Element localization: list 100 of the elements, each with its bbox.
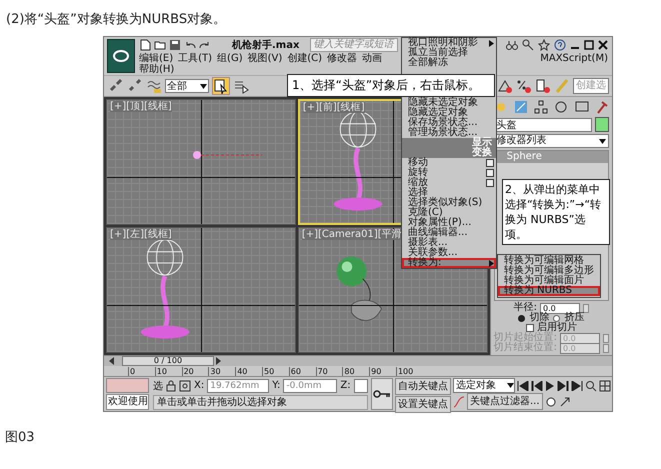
select-object-button[interactable] [212,77,230,95]
angle-snap-icon[interactable] [497,78,513,94]
viewport-label[interactable]: [+][前][线框] [302,102,365,113]
key-filters-button[interactable]: 关键点过滤器... [467,393,543,410]
x-coordinate-field[interactable]: 19.762mm [207,378,270,393]
undo-icon[interactable] [184,40,196,50]
selection-filter-dropdown[interactable]: 全部 [165,79,209,93]
menu-item[interactable]: 转换为: [402,258,496,268]
time-slider-thumb[interactable]: 0 / 100 [122,356,214,366]
caret-icon [200,84,207,88]
field-label: 切片结束位置: [494,343,557,353]
menu-item[interactable]: 视图(V) [248,53,282,64]
percent-snap-icon[interactable] [516,78,532,94]
app-logo[interactable] [107,39,135,73]
prompt-text: 单击或单击并拖动以选择对象 [153,394,368,410]
lock-icon[interactable] [166,380,176,392]
menu-item[interactable]: 转换为 NURBS [498,286,600,296]
motion-tab-icon[interactable] [554,100,568,114]
zoom-icon[interactable] [585,380,597,392]
curve-icon[interactable] [453,396,465,408]
checkbox[interactable] [526,324,534,332]
menu-item[interactable]: 动画 [362,53,382,64]
menu-item[interactable]: 修改器 [327,53,358,64]
viewport-label[interactable]: [+][Camera01][平滑 [302,229,402,240]
set-key-button[interactable] [370,378,393,410]
link-icon[interactable] [108,78,124,94]
object-color-swatch[interactable] [595,117,609,132]
frame-tick-label: 90 [369,367,396,376]
menu-item[interactable]: 创建(C) [287,53,322,64]
frame-tick-label: 70 [316,367,342,376]
redo-icon[interactable] [199,40,211,50]
new-file-icon[interactable] [139,39,151,51]
viewport[interactable]: [+][顶][线框] [106,99,296,225]
menu-item[interactable]: 编辑(E) [139,53,174,64]
radio-label: 挤压 [564,313,584,323]
field-label: 切片起始位置: [494,333,557,343]
go-to-start-icon[interactable] [517,380,529,390]
y-coordinate-field[interactable]: -0.0mm [283,378,338,393]
viewport-label[interactable]: [+][顶][线框] [110,101,172,112]
orbit-icon[interactable] [558,396,571,408]
options-box-icon[interactable] [486,179,494,187]
frame-tick-label: 60 [288,367,316,376]
spinner-icon[interactable] [583,304,589,312]
frame-tick-label: 80 [342,367,370,376]
selection-label: 选 [153,380,163,393]
set-key-mode-button[interactable]: 设置关键点 [395,396,451,413]
callout-note: 1、选择“头盔”对象后，右击鼠标。 [287,74,495,97]
help-icon[interactable] [554,39,566,51]
viewport-label[interactable]: [+][左][线框] [110,229,172,240]
folder-icon[interactable] [154,39,166,51]
pan-icon[interactable] [544,396,557,408]
arrow-left-icon[interactable] [108,357,116,365]
menu-item[interactable]: 孤立当前选择 [402,48,496,58]
hammer-icon[interactable] [594,100,609,114]
menu-item[interactable]: 帮助(H) [139,64,174,75]
checkbox-label: 启用切片 [536,323,577,333]
options-box-icon[interactable] [486,169,494,177]
spinner-snap-icon[interactable] [535,78,551,94]
zoom-all-icon[interactable] [599,380,611,392]
frame-tick-label: 100 [396,367,423,376]
options-box-icon[interactable] [486,159,494,167]
save-icon[interactable] [169,39,181,51]
display-tab-icon[interactable] [574,100,589,114]
menu-item[interactable]: 工具(T) [178,53,212,64]
x-label: X: [194,380,204,392]
menu-item[interactable]: MAXScript(M) [540,53,608,64]
previous-frame-icon[interactable] [531,380,543,390]
binoculars-icon[interactable] [506,39,518,51]
menu-item[interactable]: 全部解冻 [402,58,496,68]
unlink-icon[interactable] [127,78,143,94]
frame-tick-label: 0 [128,367,155,376]
figure-label: 图03 [5,429,35,446]
key-mode-dropdown[interactable]: 选定对象 [453,378,515,393]
play-icon[interactable] [545,380,555,390]
z-coordinate-field[interactable] [354,378,368,393]
menu-item[interactable]: 视口照明和阴影 [402,38,496,48]
menu-item[interactable]: 转换为可编辑多边形 [498,266,600,276]
go-to-end-icon[interactable] [571,380,583,390]
menu-item[interactable]: 组(G) [217,53,243,64]
absolute-mode-icon[interactable] [179,380,191,392]
bind-icon[interactable] [146,78,162,94]
welcome-field[interactable]: 欢迎使用 [106,394,149,410]
menu-item[interactable]: 转换为可编辑面片 [498,276,600,286]
menu-item[interactable]: 转换为可编辑网格 [498,256,600,266]
submenu-arrow-icon [489,40,494,46]
logo-icon [112,49,130,63]
hierarchy-tab-icon[interactable] [534,100,548,114]
radio-label: 切除 [529,313,550,323]
cursor-icon [213,78,229,94]
viewport[interactable]: [+][左][线框] [106,227,296,353]
auto-key-button[interactable]: 自动关键点 [395,378,451,395]
frame-tick-label: 20 [182,367,208,376]
maximize-icon[interactable] [584,40,594,50]
next-frame-icon[interactable] [557,380,569,390]
star-icon[interactable] [538,39,550,51]
radio-button[interactable] [553,314,560,322]
close-icon[interactable] [598,40,608,50]
arrow-right-icon[interactable] [214,357,222,365]
radio-button[interactable] [518,314,526,322]
caret-icon [599,138,606,144]
